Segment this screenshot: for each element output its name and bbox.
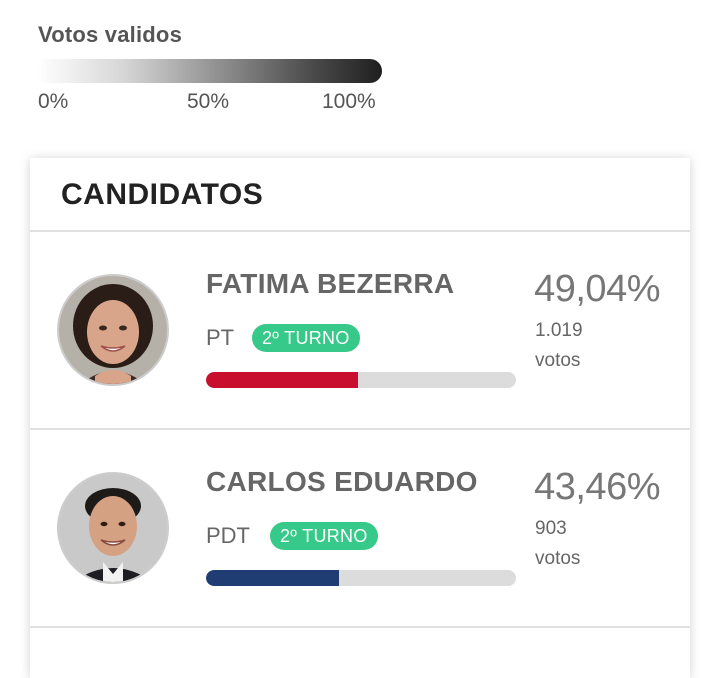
second-round-badge: 2º TURNO: [270, 522, 378, 550]
candidate-vote-count: 903: [535, 518, 567, 539]
candidates-card: CANDIDATOS FATIMA BEZERRA PT 2º TURNO 49…: [30, 158, 690, 678]
candidate-name: CARLOS EDUARDO: [206, 466, 478, 497]
card-title: CANDIDATOS: [61, 178, 264, 211]
candidate-party: PDT: [206, 523, 250, 548]
vote-share-bar: [206, 570, 516, 586]
candidate-percentage: 43,46%: [534, 466, 660, 508]
woman-portrait-icon: [57, 274, 169, 386]
vote-share-bar-fill: [206, 372, 358, 388]
candidate-vote-count: 1.019: [535, 320, 583, 341]
vote-share-bar: [206, 372, 516, 388]
man-portrait-icon: [57, 472, 169, 584]
candidate-party: PT: [206, 325, 235, 350]
candidate-row[interactable]: FATIMA BEZERRA PT 2º TURNO 49,04% 1.019 …: [30, 232, 690, 430]
second-round-badge: 2º TURNO: [252, 324, 360, 352]
vote-share-bar-fill: [206, 570, 340, 586]
legend-title: Votos validos: [38, 22, 182, 47]
card-header: CANDIDATOS: [30, 158, 690, 232]
candidate-votes-label: votos: [535, 350, 581, 371]
candidate-percentage: 49,04%: [534, 268, 660, 310]
candidate-votes-label: votos: [535, 548, 581, 569]
legend-tick-50: 50%: [187, 90, 230, 113]
legend-tick-100: 100%: [322, 90, 376, 113]
candidate-row[interactable]: CARLOS EDUARDO PDT 2º TURNO 43,46% 903 v…: [30, 430, 690, 628]
legend-tick-0: 0%: [38, 90, 69, 113]
candidate-name: FATIMA BEZERRA: [206, 268, 455, 299]
legend-gradient-bar: [38, 59, 382, 83]
